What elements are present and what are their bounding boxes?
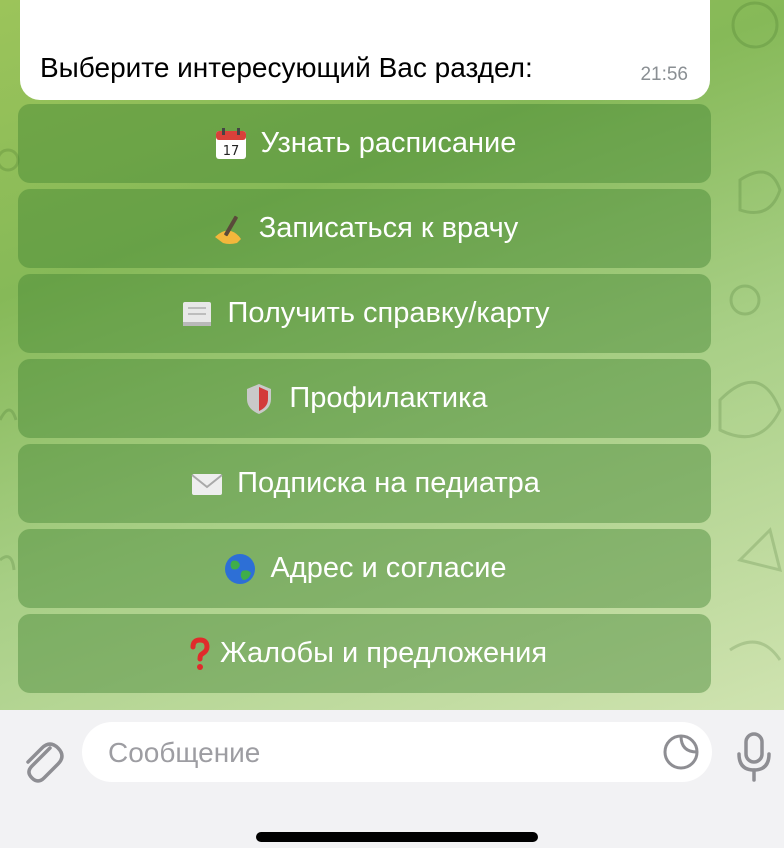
message-input-bar	[0, 710, 784, 848]
keyboard-button-label: Жалобы и предложения	[219, 637, 548, 669]
keyboard-button-address[interactable]: Адрес и согласие	[18, 529, 711, 608]
keyboard-button-appointment[interactable]: Записаться к врачу	[18, 189, 711, 268]
shield-icon	[241, 381, 277, 417]
message-field	[82, 722, 712, 784]
keyboard-button-certificate[interactable]: Получить справку/карту	[18, 274, 711, 353]
keyboard-button-schedule[interactable]: 17 Узнать расписание	[18, 104, 711, 183]
keyboard-button-feedback[interactable]: Жалобы и предложения	[18, 614, 711, 693]
keyboard-button-label: Подписка на педиатра	[237, 467, 540, 499]
calendar-icon: 17	[213, 126, 249, 162]
svg-text:17: 17	[222, 144, 239, 159]
question-mark-icon	[182, 636, 210, 672]
message-time: 21:56	[640, 64, 688, 85]
sticker-icon[interactable]	[662, 733, 700, 771]
paperclip-icon[interactable]	[20, 734, 64, 788]
keyboard-button-label: Получить справку/карту	[227, 297, 550, 329]
message-bubble: Выберите интересующий Вас раздел: 21:56	[20, 0, 710, 100]
inline-keyboard: 17 Узнать расписание Записаться к врачу	[18, 104, 711, 699]
chat-background: Выберите интересующий Вас раздел: 21:56 …	[0, 0, 784, 710]
envelope-icon	[189, 466, 225, 502]
message-text: Выберите интересующий Вас раздел:	[40, 52, 533, 83]
keyboard-button-subscription[interactable]: Подписка на педиатра	[18, 444, 711, 523]
keyboard-button-label: Записаться к врачу	[258, 212, 519, 244]
microphone-icon[interactable]	[734, 730, 774, 786]
document-icon	[179, 296, 215, 332]
writing-hand-icon	[211, 211, 247, 247]
keyboard-button-prevention[interactable]: Профилактика	[18, 359, 711, 438]
keyboard-button-label: Адрес и согласие	[270, 552, 507, 584]
globe-icon	[222, 551, 258, 587]
home-indicator[interactable]	[256, 832, 538, 842]
message-input[interactable]	[106, 722, 660, 784]
keyboard-button-label: Узнать расписание	[260, 127, 517, 159]
keyboard-button-label: Профилактика	[289, 382, 488, 414]
